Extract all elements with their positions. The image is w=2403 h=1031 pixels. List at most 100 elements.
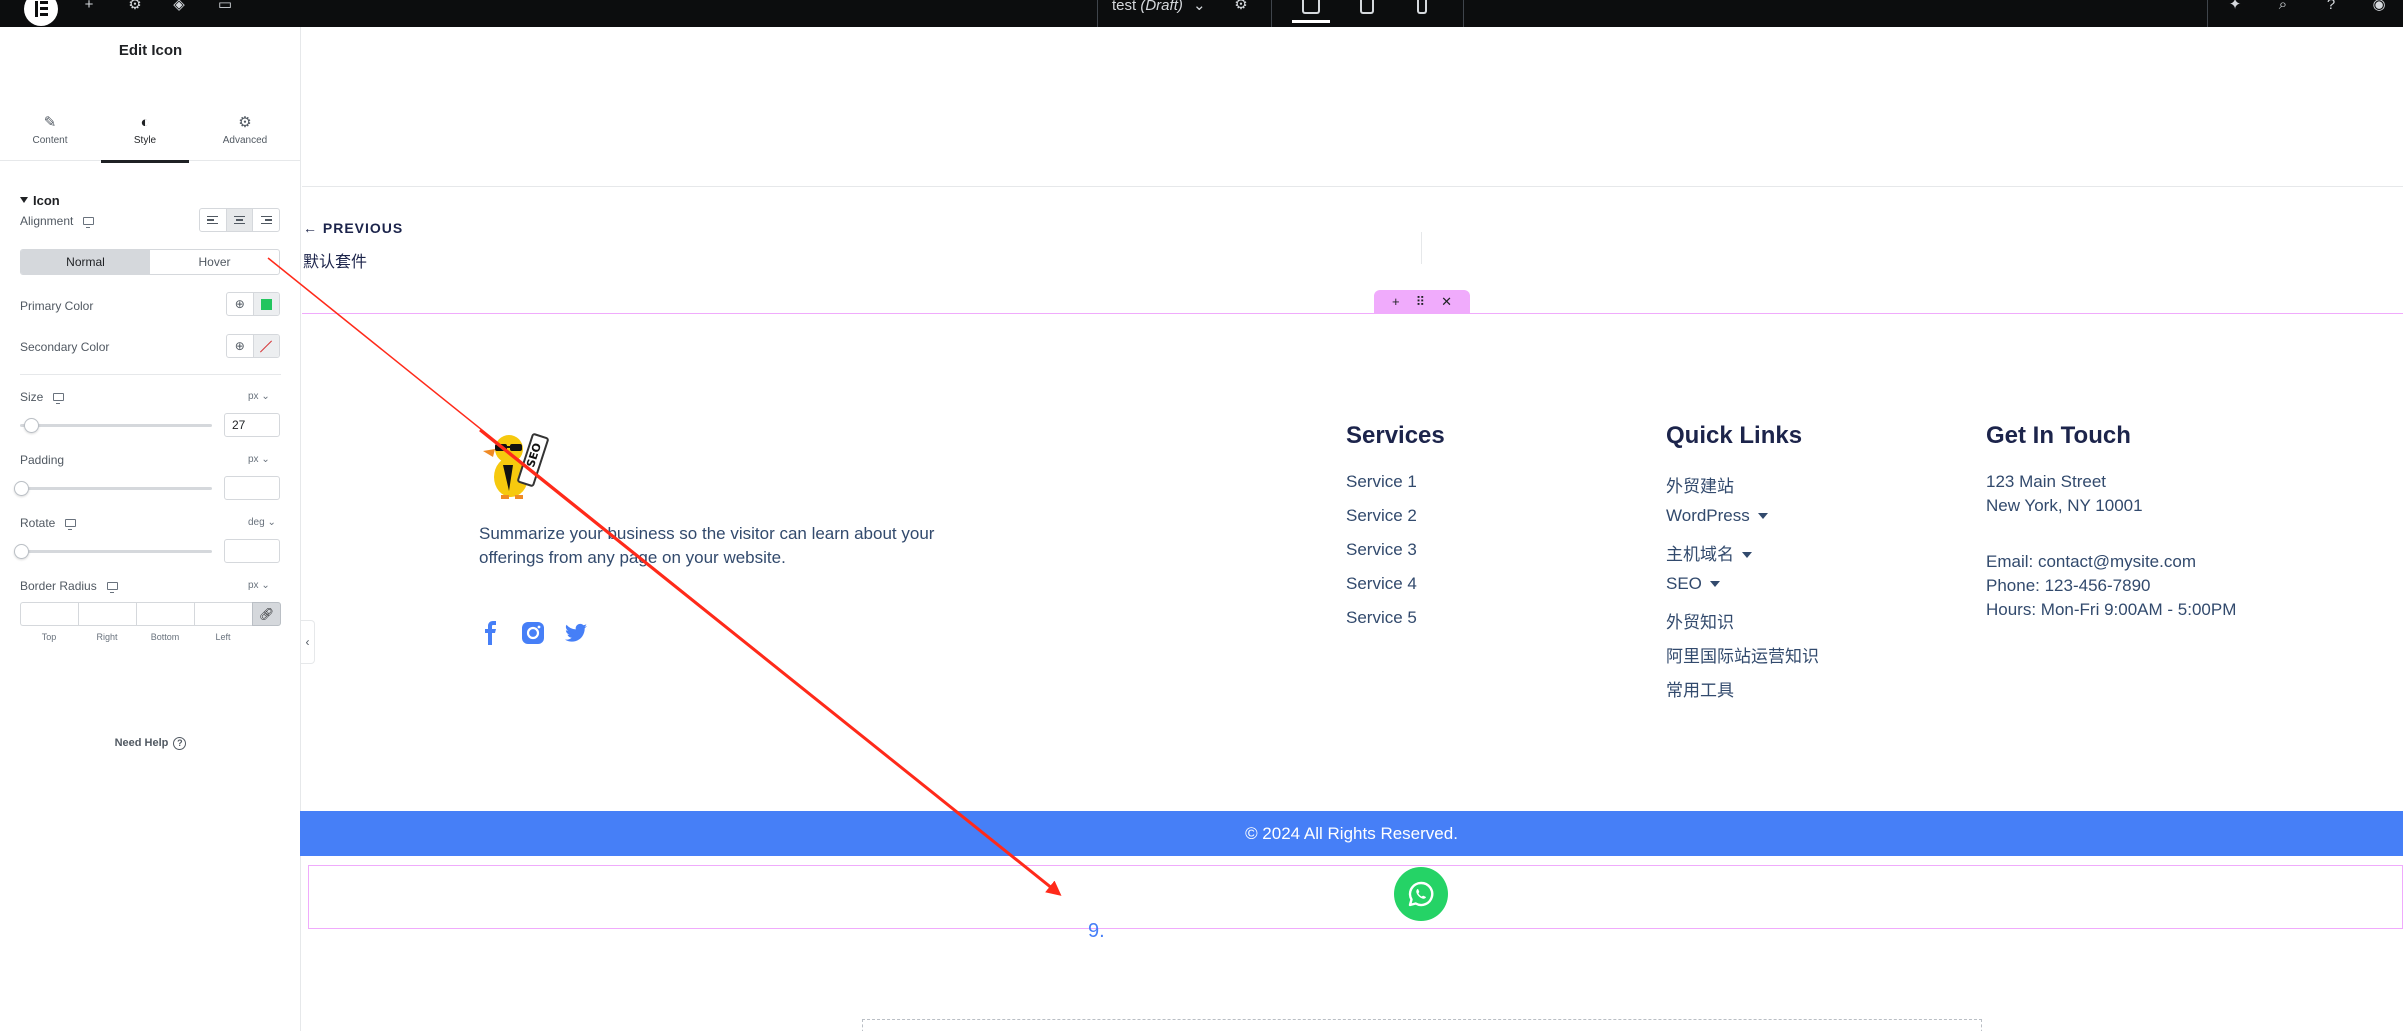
padding-slider[interactable]: [14, 481, 212, 496]
gear-icon: ⚙: [238, 114, 252, 131]
quick-link-4[interactable]: SEO: [1666, 574, 1720, 594]
link-values-icon[interactable]: 🔗︎: [252, 602, 281, 626]
page-settings-gear-icon[interactable]: ⚙: [1232, 0, 1250, 12]
need-help-link[interactable]: Need Help?: [0, 737, 301, 750]
quick-link-1[interactable]: 外贸建站: [1666, 472, 1734, 497]
quick-link-6[interactable]: 阿里国际站运营知识: [1666, 642, 1819, 667]
radius-left-input[interactable]: [194, 602, 252, 626]
size-slider-handle[interactable]: [24, 418, 39, 433]
rotate-slider[interactable]: [14, 544, 212, 559]
dropdown-caret-icon[interactable]: [1742, 552, 1752, 558]
instagram-icon[interactable]: [520, 620, 546, 646]
border-radius-label: Border Radius: [20, 579, 118, 593]
add-section-icon[interactable]: +: [1392, 294, 1400, 309]
padding-slider-handle[interactable]: [14, 481, 29, 496]
padding-input[interactable]: [224, 476, 280, 500]
notes-comment-icon[interactable]: ▭: [216, 0, 234, 12]
structure-layers-icon[interactable]: ◈: [170, 0, 188, 12]
quick-link-2-label: WordPress: [1666, 506, 1750, 525]
dim-label-top: Top: [41, 632, 57, 642]
align-center-button[interactable]: [226, 209, 254, 231]
editor-topbar: + ⚙ ◈ ▭ test (Draft) ⌄ ⚙ ✦ ⌕ ? ◉: [0, 0, 2403, 27]
global-color-icon[interactable]: ⊕: [227, 293, 254, 315]
rotate-slider-handle[interactable]: [14, 544, 29, 559]
radius-top-input[interactable]: [20, 602, 78, 626]
pencil-icon: ✎: [43, 114, 57, 131]
question-circle-icon: ?: [173, 737, 187, 750]
border-radius-unit-value: px: [248, 580, 259, 591]
align-right-button[interactable]: [253, 209, 279, 231]
service-link-4[interactable]: Service 4: [1346, 574, 1417, 594]
section-outline: [302, 313, 2403, 314]
responsive-desktop-icon[interactable]: [53, 393, 65, 404]
size-label: Size: [20, 390, 65, 404]
padding-unit-select[interactable]: px ⌄: [248, 454, 270, 465]
size-slider[interactable]: [20, 418, 212, 433]
topbar-separator: [1271, 0, 1272, 27]
drag-section-icon[interactable]: ⠿: [1416, 294, 1426, 310]
rotate-input[interactable]: [224, 539, 280, 563]
chevron-down-icon: ⌄: [1193, 0, 1206, 14]
border-radius-unit-select[interactable]: px ⌄: [248, 580, 270, 591]
site-settings-icon[interactable]: ⚙: [126, 0, 144, 12]
radius-right-input[interactable]: [78, 602, 136, 626]
add-element-icon[interactable]: +: [80, 0, 98, 12]
service-link-3[interactable]: Service 3: [1346, 540, 1417, 560]
address-line-1: 123 Main Street: [1986, 472, 2107, 491]
responsive-desktop-icon[interactable]: [83, 217, 95, 228]
service-link-1[interactable]: Service 1: [1346, 472, 1417, 492]
primary-color-swatch[interactable]: [253, 293, 279, 315]
primary-color-control: ⊕: [226, 292, 280, 316]
tab-normal[interactable]: Normal: [21, 250, 150, 274]
address-line-2: New York, NY 10001: [1986, 496, 2143, 515]
rotate-unit-select[interactable]: deg ⌄: [248, 517, 276, 528]
document-title[interactable]: test (Draft) ⌄: [1112, 0, 1206, 14]
primary-color-label: Primary Color: [20, 299, 94, 313]
dropdown-caret-icon[interactable]: [1709, 581, 1720, 587]
mobile-device-icon[interactable]: [1417, 0, 1427, 14]
document-name: test: [1112, 0, 1137, 14]
search-icon[interactable]: ⌕: [2274, 0, 2292, 12]
service-link-5[interactable]: Service 5: [1346, 608, 1417, 628]
responsive-desktop-icon[interactable]: [106, 582, 118, 593]
quick-link-7[interactable]: 常用工具: [1666, 676, 1734, 701]
tab-content[interactable]: ✎ Content: [0, 77, 100, 161]
facebook-icon[interactable]: [478, 620, 504, 646]
quick-link-3[interactable]: 主机域名: [1666, 540, 1752, 565]
size-unit-select[interactable]: px ⌄: [248, 391, 270, 402]
service-link-2[interactable]: Service 2: [1346, 506, 1417, 526]
quick-link-2[interactable]: WordPress: [1666, 506, 1768, 526]
tablet-device-icon[interactable]: [1360, 0, 1374, 14]
preview-eye-icon[interactable]: ◉: [2370, 0, 2388, 12]
delete-section-icon[interactable]: ✕: [1441, 294, 1452, 310]
collapse-panel-button[interactable]: ‹: [301, 620, 315, 664]
whatsapp-button[interactable]: [1394, 867, 1448, 921]
align-left-button[interactable]: [200, 209, 227, 231]
tab-style[interactable]: ◐ Style: [101, 77, 189, 163]
elementor-logo-icon[interactable]: [24, 0, 58, 26]
responsive-desktop-icon[interactable]: [65, 519, 77, 530]
desktop-device-icon[interactable]: [1292, 0, 1330, 23]
no-color-slash-icon: [260, 339, 273, 353]
whats-new-icon[interactable]: ✦: [2226, 0, 2244, 12]
previous-post-title[interactable]: 默认套件: [303, 248, 367, 272]
radius-bottom-input[interactable]: [136, 602, 194, 626]
tab-advanced-label: Advanced: [222, 135, 268, 146]
dropdown-caret-icon[interactable]: [1757, 513, 1768, 519]
tab-hover[interactable]: Hover: [150, 250, 279, 274]
tab-advanced[interactable]: ⚙ Advanced: [195, 77, 295, 161]
twitter-icon[interactable]: [563, 620, 589, 646]
global-color-icon[interactable]: ⊕: [227, 335, 254, 357]
quick-link-5[interactable]: 外贸知识: [1666, 608, 1734, 633]
section-toggle-icon[interactable]: Icon: [20, 193, 60, 208]
alignment-label-text: Alignment: [20, 214, 74, 228]
services-title: Services: [1346, 422, 1445, 449]
empty-drop-zone[interactable]: [862, 1019, 1982, 1031]
section-handle-bar: + ⠿ ✕: [1374, 290, 1470, 313]
secondary-color-swatch[interactable]: [253, 335, 279, 357]
previous-post-label[interactable]: ← PREVIOUS: [303, 220, 403, 236]
rotate-unit-value: deg: [248, 517, 265, 528]
size-input[interactable]: 27: [224, 413, 280, 437]
help-icon[interactable]: ?: [2322, 0, 2340, 12]
quick-link-7-label: 常用工具: [1666, 681, 1734, 700]
